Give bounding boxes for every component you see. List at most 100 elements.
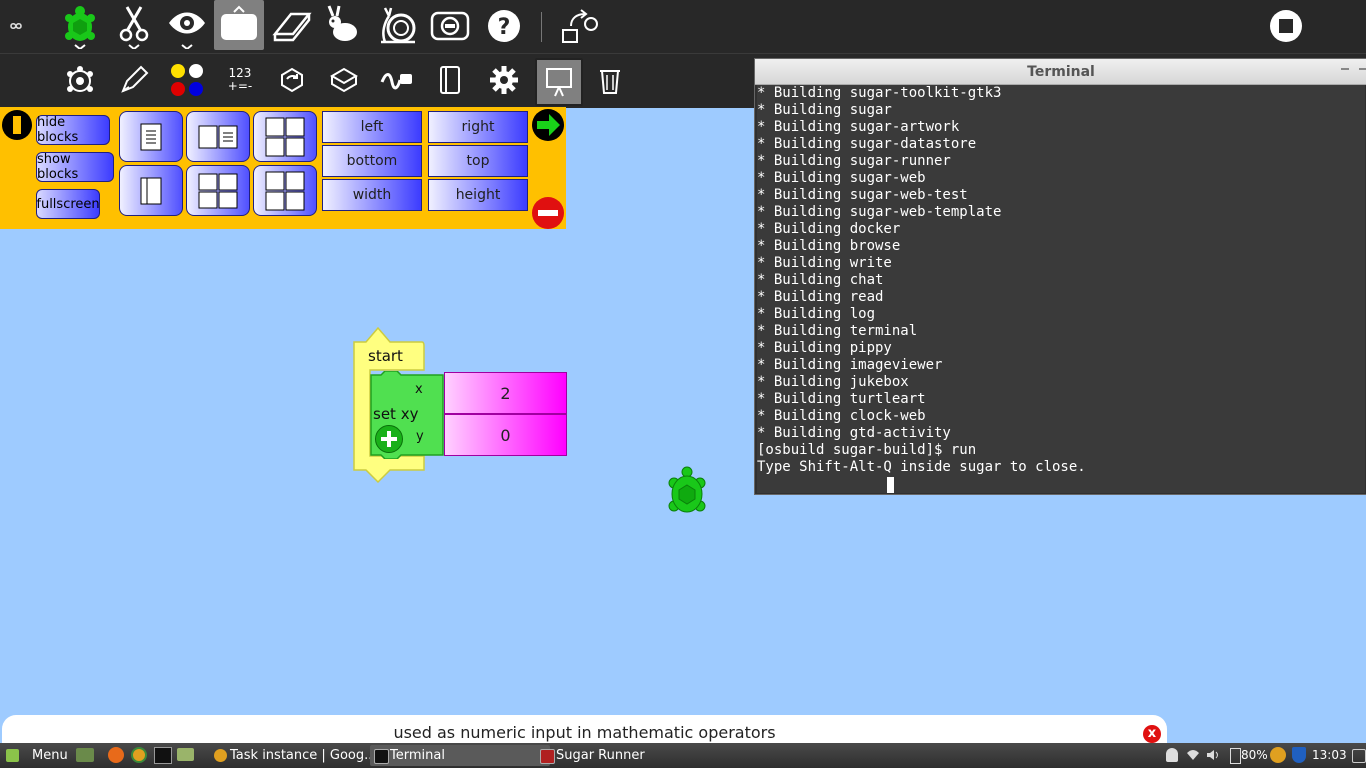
terminal-line: * Building terminal	[757, 323, 918, 339]
y-arg-label: y	[416, 429, 424, 444]
task-chrome-label: Task instance | Goog...	[230, 748, 377, 763]
x-value-block[interactable]: 2	[444, 372, 567, 414]
terminal-line: * Building write	[757, 255, 892, 271]
chrome-icon[interactable]	[131, 747, 147, 763]
stop-icon[interactable]	[1262, 2, 1310, 50]
terminal-line: * Building browse	[757, 238, 901, 254]
template-list-block[interactable]	[119, 111, 183, 162]
left-block[interactable]: left	[322, 111, 422, 143]
terminal-title[interactable]: Terminal	[755, 59, 1366, 85]
cut-icon[interactable]	[110, 2, 158, 50]
fullscreen-button[interactable]: fullscreen	[36, 189, 100, 219]
task-sugar-runner-label: Sugar Runner	[556, 748, 645, 763]
clock: 13:03	[1312, 748, 1347, 762]
terminal-window[interactable]: Terminal * Building sugar-toolkit-gtk3 * …	[754, 58, 1366, 495]
help-bar: used as numeric input in mathematic oper…	[2, 715, 1167, 743]
wifi-icon[interactable]	[1186, 749, 1200, 761]
toolbar-toggle-icon[interactable]	[214, 0, 264, 50]
setxy-block[interactable]: set xy x y	[369, 370, 444, 460]
terminal-line: * Building sugar-web	[757, 170, 926, 186]
expand-plus-icon[interactable]	[375, 425, 403, 453]
remove-icon[interactable]	[532, 197, 564, 229]
show-blocks-button[interactable]: show blocks	[36, 152, 114, 182]
sugar-runner-small-icon	[540, 749, 555, 764]
terminal-line: * Building gtd-activity	[757, 425, 951, 441]
terminal-line: * Building sugar-artwork	[757, 119, 960, 135]
turtle-palette-icon[interactable]	[56, 56, 104, 104]
terminal-line: * Building log	[757, 306, 876, 322]
right-block[interactable]: right	[428, 111, 528, 143]
show-desktop-icon[interactable]	[76, 748, 94, 762]
trash-icon[interactable]	[586, 56, 634, 104]
template-two-col-block[interactable]	[186, 111, 250, 162]
terminal-small-icon	[374, 749, 389, 764]
flow-icon[interactable]	[268, 56, 316, 104]
colors-icon[interactable]	[163, 56, 211, 104]
terminal-line: Type Shift-Alt-Q inside sugar to close.	[757, 459, 1086, 475]
height-block[interactable]: height	[428, 179, 528, 211]
terminal-line: * Building sugar-toolkit-gtk3	[757, 85, 1002, 101]
y-value-block[interactable]: 0	[444, 414, 567, 456]
user-icon[interactable]	[1166, 748, 1178, 762]
run-step-icon[interactable]	[426, 2, 474, 50]
activity-icon[interactable]	[0, 2, 32, 50]
template-book-block[interactable]	[119, 165, 183, 216]
battery-percent: 80%	[1241, 748, 1268, 762]
mint-logo-icon	[6, 749, 19, 762]
setxy-label: set xy	[373, 405, 419, 423]
next-arrow-icon[interactable]	[532, 109, 564, 141]
media-icon[interactable]	[426, 56, 474, 104]
terminal-line: * Building jukebox	[757, 374, 909, 390]
battery-icon[interactable]	[1230, 748, 1241, 764]
svg-text:?: ?	[498, 15, 511, 40]
terminal-line: * Building turtleart	[757, 391, 926, 407]
terminal-output[interactable]: * Building sugar-toolkit-gtk3 * Building …	[757, 85, 1365, 493]
task-chrome[interactable]: Task instance | Goog...	[210, 745, 382, 766]
width-block[interactable]: width	[322, 179, 422, 211]
extras-gear-icon[interactable]	[480, 56, 528, 104]
files-icon[interactable]	[177, 748, 194, 761]
task-terminal[interactable]: Terminal	[370, 745, 550, 766]
help-icon[interactable]: ?	[480, 2, 528, 50]
chrome-tray-icon[interactable]	[1270, 747, 1286, 763]
run-fast-icon[interactable]	[320, 2, 368, 50]
template-mixed-block[interactable]	[253, 111, 317, 162]
load-project-icon[interactable]	[555, 2, 603, 50]
template-four-col-block[interactable]	[186, 165, 250, 216]
turtle-sprite[interactable]	[666, 466, 708, 520]
main-toolbar: ?	[0, 0, 1366, 53]
notification-icon[interactable]	[1352, 749, 1366, 763]
numbers-icon[interactable]: 123 +=-	[216, 56, 264, 104]
top-block[interactable]: top	[428, 145, 528, 177]
view-icon[interactable]	[163, 2, 211, 50]
hide-blocks-button[interactable]: hide blocks	[36, 115, 110, 145]
terminal-line: * Building chat	[757, 272, 884, 288]
firefox-icon[interactable]	[108, 747, 124, 763]
pen-icon[interactable]	[110, 56, 158, 104]
minimize-icon[interactable]	[1341, 68, 1349, 70]
task-terminal-label: Terminal	[390, 748, 445, 763]
terminal-launcher-icon[interactable]	[154, 747, 172, 764]
run-slow-icon[interactable]	[374, 2, 422, 50]
palette-orientation-icon[interactable]	[2, 110, 32, 140]
template-mixed-2-block[interactable]	[253, 165, 317, 216]
x-arg-label: x	[415, 382, 423, 397]
chrome-small-icon	[214, 749, 227, 762]
blocks-icon[interactable]	[320, 56, 368, 104]
task-sugar-runner[interactable]: Sugar Runner	[536, 745, 716, 766]
bottom-block[interactable]: bottom	[322, 145, 422, 177]
volume-icon[interactable]	[1206, 749, 1220, 761]
eraser-icon[interactable]	[268, 2, 316, 50]
toolbar-separator	[541, 12, 542, 42]
terminal-line: * Building sugar	[757, 102, 892, 118]
menu-button[interactable]: Menu	[2, 745, 86, 766]
presentation-icon[interactable]	[535, 58, 583, 106]
menu-label: Menu	[32, 748, 68, 763]
terminal-line: * Building sugar-datastore	[757, 136, 977, 152]
start-label: start	[368, 347, 403, 365]
shield-icon[interactable]	[1292, 747, 1306, 763]
sensors-icon[interactable]	[374, 56, 422, 104]
maximize-icon[interactable]	[1359, 68, 1366, 70]
help-close-button[interactable]: x	[1143, 725, 1161, 743]
turtle-icon[interactable]	[56, 2, 104, 50]
